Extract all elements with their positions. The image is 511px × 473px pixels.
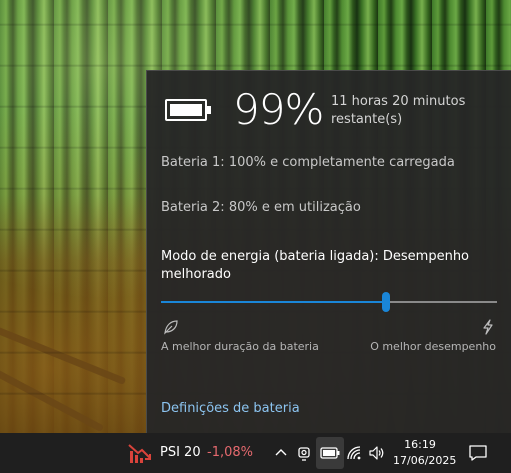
wallpaper-log <box>0 364 105 433</box>
slider-right-label: O melhor desempenho <box>370 340 496 353</box>
camera-icon[interactable] <box>295 444 313 462</box>
stock-ticker-change[interactable]: -1,08% <box>207 445 253 460</box>
power-mode-title: Modo de energia (bateria ligada): Desemp… <box>161 249 470 282</box>
leaf-icon <box>164 320 178 335</box>
wallpaper-log <box>0 326 127 385</box>
battery-1-status: Bateria 1: 100% e completamente carregad… <box>161 155 455 170</box>
slider-left-label: A melhor duração da bateria <box>161 340 319 353</box>
battery-flyout: 99% 11 horas 20 minutos restante(s) Bate… <box>146 70 511 433</box>
stock-down-icon[interactable] <box>128 443 152 465</box>
wifi-icon[interactable] <box>345 444 363 462</box>
clock-date: 17/06/2025 <box>393 454 457 467</box>
taskbar-clock[interactable]: 16:19 17/06/2025 <box>393 437 457 469</box>
battery-icon <box>165 99 211 121</box>
power-mode-slider-thumb[interactable] <box>382 292 391 312</box>
battery-tray-button[interactable] <box>316 437 344 469</box>
power-mode-slider[interactable] <box>161 292 497 312</box>
clock-time: 16:19 <box>404 438 436 451</box>
battery-settings-link[interactable]: Definições de bateria <box>161 401 300 416</box>
power-mode-slider-fill <box>161 301 387 303</box>
battery-tray-icon <box>320 447 340 459</box>
stock-ticker-name[interactable]: PSI 20 <box>160 445 201 460</box>
battery-time-remaining: 11 horas 20 minutos restante(s) <box>331 94 466 127</box>
battery-2-status: Bateria 2: 80% e em utilização <box>161 200 361 215</box>
lightning-bolt-icon <box>483 319 493 335</box>
taskbar: PSI 20 -1,08% 16:19 17/06/2025 <box>0 433 511 473</box>
speaker-icon[interactable] <box>368 444 386 462</box>
notification-icon[interactable] <box>468 443 488 463</box>
chevron-up-icon[interactable] <box>272 444 290 462</box>
battery-percent: 99% <box>233 85 324 134</box>
